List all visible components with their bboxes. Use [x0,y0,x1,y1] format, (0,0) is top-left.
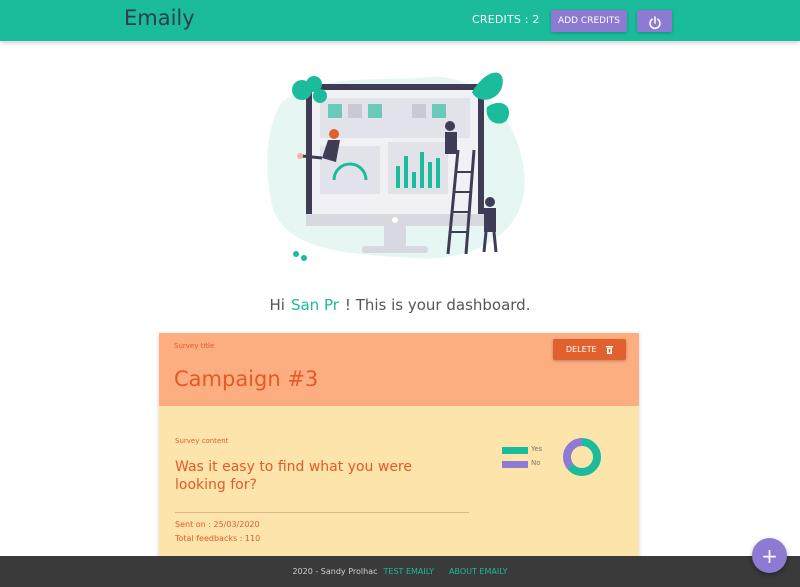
navbar: Emaily CREDITS : 2 ADD CREDITS [0,0,800,41]
survey-title-label: Survey title [174,342,215,350]
survey-card-header: Survey title Campaign #3 DELETE [159,333,639,406]
add-credits-button[interactable]: ADD CREDITS [551,10,627,32]
dashboard-greeting: Hi San Pr ! This is your dashboard. [0,296,800,314]
results-donut-chart [563,438,601,476]
credits-counter: CREDITS : 2 [472,13,540,26]
trash-icon [606,346,614,354]
legend-swatch-no [502,461,528,468]
legend-label-no: No [531,459,541,467]
brand-logo[interactable]: Emaily [124,6,195,30]
legend-label-yes: Yes [531,445,543,453]
user-name: San Pr [290,296,339,314]
survey-content-label: Survey content [175,437,229,445]
delete-survey-button[interactable]: DELETE [553,339,626,360]
survey-question: Was it easy to find what you were lookin… [175,459,412,493]
divider [175,512,469,513]
legend-swatch-yes [502,447,528,454]
footer-copyright: 2020 - Sandy Prolhac [292,567,378,576]
footer: 2020 - Sandy Prolhac TEST EMAILY ABOUT EMA… [0,556,800,587]
logout-button[interactable] [637,10,672,32]
dashboard-illustration [267,72,525,261]
survey-card: Survey title Campaign #3 DELETE Survey c… [159,333,639,563]
delete-label: DELETE [565,345,597,354]
greeting-prefix: Hi [269,296,285,314]
survey-title: Campaign #3 [174,367,319,391]
greeting-suffix: ! This is your dashboard. [344,296,531,314]
total-feedbacks: Total feedbacks : 110 [175,534,261,543]
new-survey-fab-button[interactable]: + [752,538,787,573]
power-icon [648,16,661,30]
sent-on-date: Sent on : 25/03/2020 [175,520,260,529]
footer-link-about-emaily[interactable]: ABOUT EMAILY [449,567,507,576]
footer-link-test-emaily[interactable]: TEST EMAILY [384,567,435,576]
